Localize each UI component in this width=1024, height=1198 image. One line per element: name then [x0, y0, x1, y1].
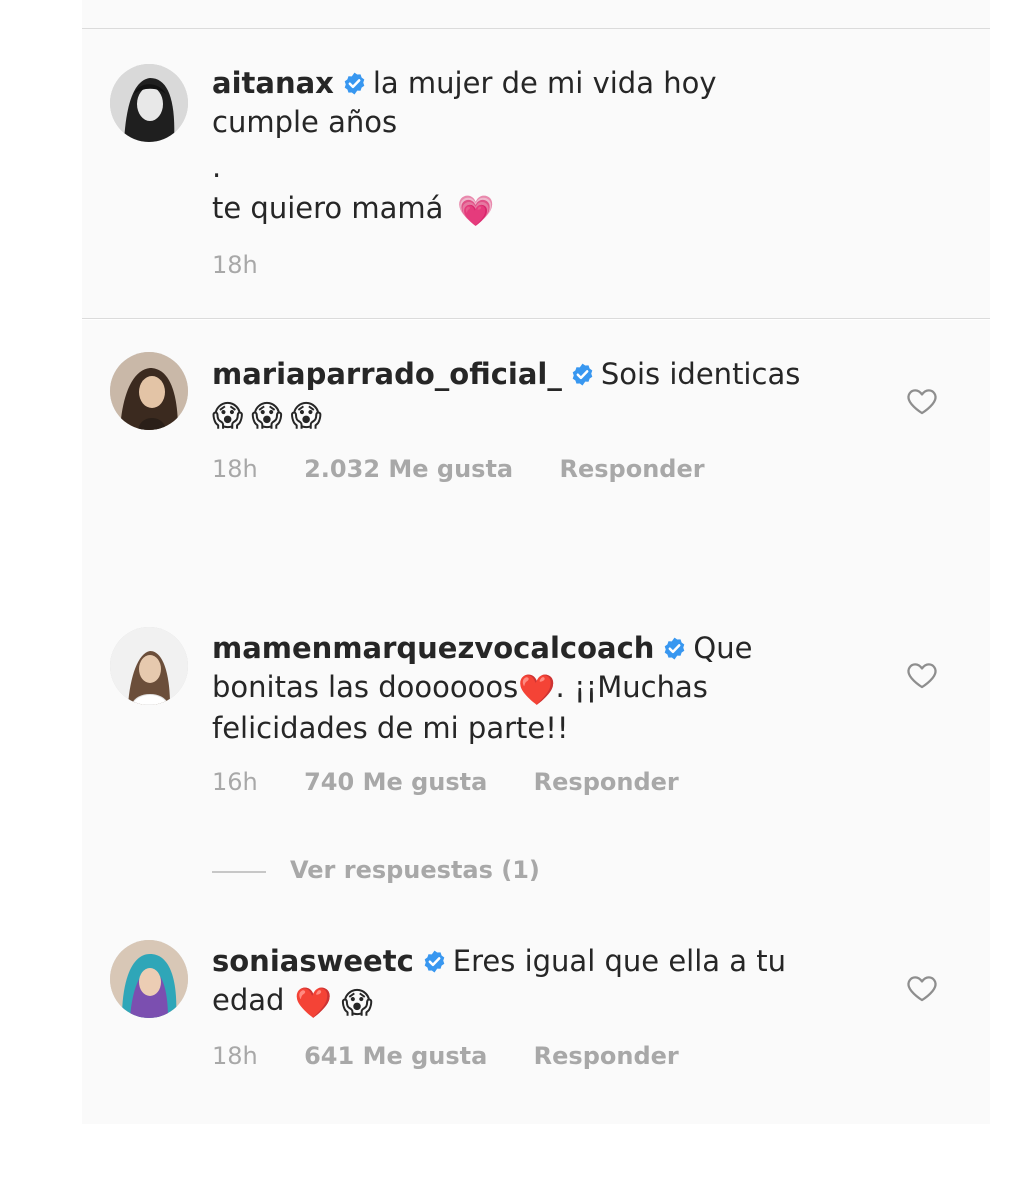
- comment-3-meta: 18h 641 Me gusta Responder: [212, 1042, 717, 1070]
- caption-line-2: cumple años: [212, 105, 398, 139]
- comment-3-message-end: edad: [212, 983, 285, 1017]
- comment-2-time: 16h: [212, 768, 258, 796]
- comment-2-message-start: Que: [693, 631, 753, 665]
- comment-1-line-2: 😱😱😱: [212, 394, 872, 435]
- comment-3-time: 18h: [212, 1042, 258, 1070]
- comment-1-line-1: mariaparrado_oficial_ Sois identicas: [212, 355, 872, 394]
- comment-3-username[interactable]: soniasweetc: [212, 944, 414, 978]
- view-replies-button[interactable]: Ver respuestas (1): [290, 856, 540, 884]
- avatar-photo-icon: [110, 352, 188, 430]
- comment-2-line-3: felicidades de mi parte!!: [212, 711, 569, 745]
- heart-outline-icon: [907, 663, 937, 689]
- heart-outline-icon: [907, 976, 937, 1002]
- avatar-mamenmarquez[interactable]: [110, 627, 188, 705]
- avatar-photo-icon: [110, 940, 188, 1018]
- caption-text-line-4: te quiero mamá: [212, 191, 444, 225]
- comment-3-line-2: edad ❤️ 😱: [212, 981, 872, 1022]
- divider-caption: [82, 318, 990, 319]
- replies-divider-line: [212, 871, 266, 873]
- like-button-comment-1[interactable]: [905, 384, 939, 418]
- comment-1-likes[interactable]: 2.032 Me gusta: [304, 455, 513, 483]
- like-button-comment-2[interactable]: [905, 658, 939, 692]
- like-button-comment-3[interactable]: [905, 971, 939, 1005]
- comment-2-username[interactable]: mamenmarquezvocalcoach: [212, 631, 654, 665]
- comment-3-likes[interactable]: 641 Me gusta: [304, 1042, 487, 1070]
- caption-text: aitanax la mujer de mi vida hoy cumple añ…: [212, 64, 872, 230]
- comment-1-reply-button[interactable]: Responder: [559, 455, 704, 483]
- heart-scream-emojis: ❤️ 😱: [294, 986, 373, 1021]
- caption-line-3: .: [212, 150, 222, 184]
- instagram-comments-screen: aitanax la mujer de mi vida hoy cumple añ…: [0, 0, 1024, 1198]
- comment-3-line-1: soniasweetc Eres igual que ella a tu: [212, 942, 872, 981]
- caption-username[interactable]: aitanax: [212, 66, 334, 100]
- comment-3-reply-button[interactable]: Responder: [534, 1042, 679, 1070]
- comment-1-text: mariaparrado_oficial_ Sois identicas 😱😱😱: [212, 355, 872, 435]
- comment-1-message: Sois identicas: [600, 357, 801, 391]
- red-heart-emoji: ❤️: [518, 673, 556, 708]
- verified-badge-icon: [342, 71, 367, 96]
- avatar-photo-icon: [110, 64, 188, 142]
- caption-meta: 18h: [212, 251, 296, 279]
- caption-text-line-1: la mujer de mi vida hoy: [372, 66, 717, 100]
- caption-time: 18h: [212, 251, 258, 279]
- comment-2-likes[interactable]: 740 Me gusta: [304, 768, 487, 796]
- verified-badge-icon: [570, 362, 595, 387]
- comment-2-reply-button[interactable]: Responder: [534, 768, 679, 796]
- comment-1-meta: 18h 2.032 Me gusta Responder: [212, 455, 743, 483]
- comment-2-text: mamenmarquezvocalcoach Que bonitas las do…: [212, 629, 872, 748]
- comment-3-message-start: Eres igual que ella a tu: [452, 944, 786, 978]
- comment-3-text: soniasweetc Eres igual que ella a tu edad…: [212, 942, 872, 1022]
- avatar-photo-icon: [110, 627, 188, 705]
- comment-2-line-1: mamenmarquezvocalcoach Que: [212, 629, 872, 668]
- comment-2-message-part-a: bonitas las doooooos: [212, 670, 519, 704]
- comment-2-message-part-b: . ¡¡Muchas: [555, 670, 708, 704]
- verified-badge-icon: [422, 949, 447, 974]
- scream-emojis: 😱😱😱: [212, 399, 330, 434]
- avatar-aitanax[interactable]: [110, 64, 188, 142]
- caption-line-1: aitanax la mujer de mi vida hoy: [212, 64, 872, 103]
- avatar-soniasweetc[interactable]: [110, 940, 188, 1018]
- avatar-mariaparrado[interactable]: [110, 352, 188, 430]
- top-strip: [82, 0, 990, 28]
- comment-1-username[interactable]: mariaparrado_oficial_: [212, 357, 562, 391]
- comment-2-meta: 16h 740 Me gusta Responder: [212, 768, 717, 796]
- comment-2-line-2: bonitas las doooooos❤️. ¡¡Muchas: [212, 668, 872, 709]
- heart-emoji: 💗: [457, 194, 495, 229]
- comment-1-time: 18h: [212, 455, 258, 483]
- heart-outline-icon: [907, 389, 937, 415]
- verified-badge-icon: [662, 636, 687, 661]
- caption-line-4: te quiero mamá 💗: [212, 189, 872, 230]
